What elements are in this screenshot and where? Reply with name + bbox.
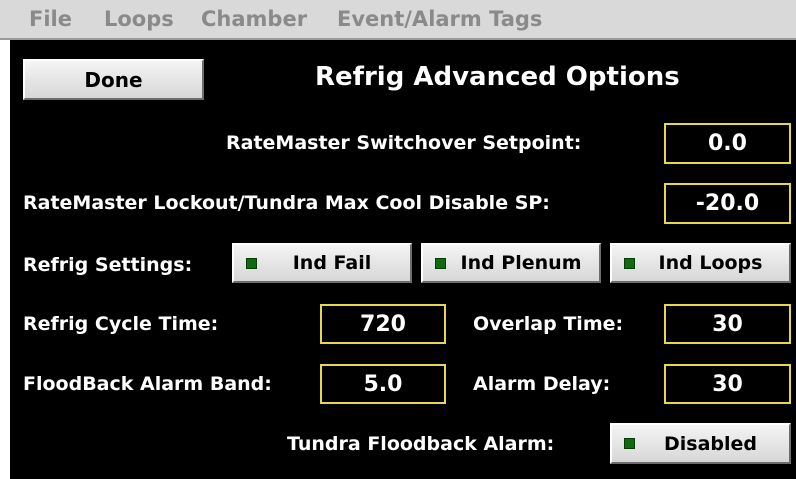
- floodback-band-field[interactable]: 5.0: [320, 364, 446, 404]
- menu-event-alarm-tags[interactable]: Event/Alarm Tags: [337, 7, 542, 31]
- ind-fail-led-icon: [246, 258, 257, 269]
- menu-file[interactable]: File: [29, 7, 72, 31]
- ind-plenum-led-icon: [435, 258, 446, 269]
- ind-plenum-label: Ind Plenum: [460, 252, 582, 274]
- menu-bar: File Loops Chamber Event/Alarm Tags: [0, 0, 796, 40]
- done-button[interactable]: Done: [23, 59, 204, 100]
- tundra-floodback-value: Disabled: [663, 432, 757, 455]
- lockout-field[interactable]: -20.0: [664, 183, 791, 224]
- page-title: Refrig Advanced Options: [315, 62, 680, 92]
- ind-loops-led-icon: [624, 258, 635, 269]
- done-button-label: Done: [84, 67, 143, 92]
- cycle-time-field[interactable]: 720: [320, 304, 446, 344]
- overlap-time-label: Overlap Time:: [473, 313, 624, 335]
- tundra-floodback-led-icon: [624, 438, 635, 449]
- switchover-label: RateMaster Switchover Setpoint:: [226, 132, 582, 154]
- alarm-delay-field[interactable]: 30: [664, 364, 791, 404]
- lockout-label: RateMaster Lockout/Tundra Max Cool Disab…: [23, 192, 550, 214]
- ind-fail-button[interactable]: Ind Fail: [232, 243, 412, 283]
- left-border: [0, 40, 10, 479]
- menu-chamber[interactable]: Chamber: [201, 7, 307, 31]
- ind-fail-label: Ind Fail: [292, 252, 372, 274]
- alarm-delay-label: Alarm Delay:: [473, 373, 611, 395]
- ind-plenum-button[interactable]: Ind Plenum: [421, 243, 601, 283]
- ind-loops-button[interactable]: Ind Loops: [610, 243, 791, 283]
- ind-loops-label: Ind Loops: [658, 252, 763, 274]
- refrig-settings-label: Refrig Settings:: [23, 254, 193, 276]
- switchover-field[interactable]: 0.0: [664, 123, 791, 164]
- overlap-time-field[interactable]: 30: [664, 304, 791, 344]
- tundra-floodback-label: Tundra Floodback Alarm:: [287, 433, 555, 455]
- floodback-band-label: FloodBack Alarm Band:: [23, 373, 272, 395]
- cycle-time-label: Refrig Cycle Time:: [23, 313, 219, 335]
- menu-loops[interactable]: Loops: [104, 7, 174, 31]
- tundra-floodback-button[interactable]: Disabled: [610, 423, 791, 464]
